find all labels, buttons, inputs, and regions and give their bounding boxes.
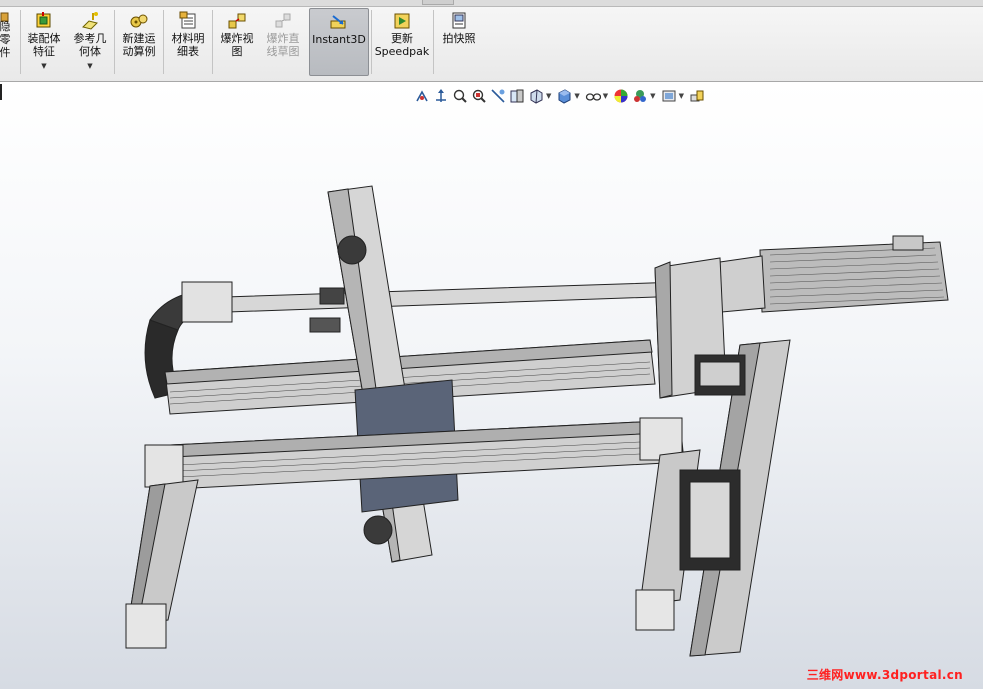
- watermark-text: 三维网www.3dportal.cn: [806, 668, 963, 682]
- assembly-3d-model[interactable]: [0, 0, 983, 689]
